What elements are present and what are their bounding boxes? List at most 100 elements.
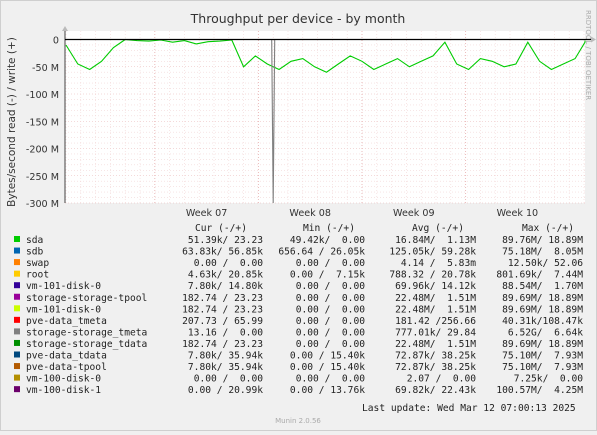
legend-avg: 72.87k/ 38.25k [395,362,476,373]
legend-cur: 182.74 / 23.23 [182,339,263,350]
y-tick-label: -50 M [32,63,59,74]
legend-min: 0.00 / 15.40k [290,351,365,362]
legend-swatch [14,270,20,277]
legend-name: swap [26,258,49,269]
legend-max: 89.76M/ 18.89M [502,235,583,246]
y-axis-label: Bytes/second read (-) / write (+) [6,37,18,207]
legend-swatch [14,328,20,335]
x-tick-label: Week 10 [497,208,539,219]
legend-max: 89.69M/ 18.89M [502,293,583,304]
legend-swatch [14,282,20,289]
legend-max: 75.18M/ 8.05M [502,247,583,258]
legend-min: 0.00 / 0.00 [296,258,366,269]
legend-swatch [14,351,20,358]
legend-cur: 0.00 / 0.00 [194,258,264,269]
legend-avg: 22.48M/ 1.51M [395,304,476,315]
legend-cur: 0.00 / 20.99k [188,385,263,396]
legend-cur: 7.80k/ 35.94k [188,362,263,373]
munin-graph: Throughput per device - by month Bytes/s… [0,0,597,431]
legend-name: vm-100-disk-0 [26,374,101,385]
legend-cur: 63.83k/ 56.85k [182,247,263,258]
legend-name: sdb [26,247,44,258]
legend-min: 0.00 / 0.00 [296,281,366,292]
chart-title: Throughput per device - by month [190,11,406,26]
legend-swatch [14,374,20,381]
legend-name: sda [26,235,43,246]
legend-min: 0.00 / 0.00 [296,304,366,315]
col-header-max: Max (-/+) [522,223,574,234]
legend-min: 49.42k/ 0.00 [290,235,365,246]
legend-cur: 51.39k/ 23.23 [188,235,263,246]
legend-cur: 182.74 / 23.23 [182,304,263,315]
legend-name: storage-storage_tdata [26,339,147,350]
legend-avg: 72.87k/ 38.25k [395,351,476,362]
legend-cur: 4.63k/ 20.85k [188,270,263,281]
legend-name: vm-100-disk-1 [26,385,101,396]
x-tick-label: Week 08 [289,208,331,219]
col-header-min: Min (-/+) [303,223,355,234]
legend-cur: 207.73 / 65.99 [182,316,263,327]
legend-max: 801.69k/ 7.44M [496,270,583,281]
col-header-cur: Cur (-/+) [195,223,247,234]
legend-swatch [14,316,20,323]
legend-max: 88.54M/ 1.70M [502,281,583,292]
legend-max: 12.50k/ 52.06 [508,258,583,269]
legend-name: root [26,270,49,281]
legend-cur: 7.80k/ 35.94k [188,351,263,362]
legend-avg: 16.84M/ 1.13M [395,235,476,246]
legend-name: vm-101-disk-0 [26,304,101,315]
legend-swatch [14,339,20,346]
y-tick-label: 0 [53,36,59,47]
legend-max: 100.57M/ 4.25M [496,385,583,396]
y-tick-label: -150 M [26,117,59,128]
legend-swatch [14,259,20,266]
legend-avg: 22.48M/ 1.51M [395,339,476,350]
legend-max: 7.25k/ 0.00 [514,374,584,385]
plot-area [65,31,585,203]
legend-max: 89.69M/ 18.89M [502,339,583,350]
legend-cur: 182.74 / 23.23 [182,293,263,304]
legend-name: pve-data-tpool [26,362,107,373]
legend-swatch [14,236,20,242]
throughput-chart: Throughput per device - by month Bytes/s… [0,0,597,431]
legend-min: 0.00 / 13.76k [290,385,365,396]
col-header-avg: Avg (-/+) [412,223,464,234]
legend-min: 0.00 / 0.00 [296,339,366,350]
legend-name: storage-storage_tmeta [26,327,147,338]
legend-max: 6.52G/ 6.64k [508,327,583,338]
legend-min: 0.00 / 15.40k [290,362,365,373]
legend-avg: 788.32 / 20.78k [389,270,476,281]
legend-max: 75.10M/ 7.93M [502,362,583,373]
legend-avg: 2.07 / 0.00 [407,374,477,385]
last-update: Last update: Wed Mar 12 07:00:13 2025 [362,403,576,414]
y-tick-label: -250 M [26,172,59,183]
legend-max: 89.69M/ 18.89M [502,304,583,315]
legend-avg: 125.05k/ 59.28k [389,247,476,258]
legend-avg: 69.82k/ 22.43k [395,385,476,396]
legend-name: vm-101-disk-0 [26,281,101,292]
legend-min: 0.00 / 0.00 [296,293,366,304]
rrdtool-credit: RRDTOOL / TOBI OETIKER [584,10,592,100]
legend-swatch [14,293,20,300]
legend-min: 0.00 / 0.00 [296,374,366,385]
legend-swatch [14,247,20,254]
legend-cur: 0.00 / 0.00 [194,374,264,385]
legend-name: pve-data_tdata [26,351,107,362]
legend-avg: 181.42 /256.66 [395,316,476,327]
legend-swatch [14,386,20,393]
legend-avg: 22.48M/ 1.51M [395,293,476,304]
legend-name: storage-storage-tpool [26,293,147,304]
legend-swatch [14,363,20,370]
legend-avg: 4.14 / 5.83m [401,258,476,269]
y-tick-label: -100 M [26,90,59,101]
legend-min: 656.64 / 26.05k [278,247,365,258]
x-tick-label: Week 07 [186,208,228,219]
legend-name: pve-data_tmeta [26,316,107,327]
legend-min: 0.00 / 7.15k [290,270,365,281]
legend-swatch [14,305,20,312]
munin-version: Munin 2.0.56 [275,417,321,425]
legend-max: 40.31k/108.47k [502,316,583,327]
legend-cur: 7.80k/ 14.80k [188,281,263,292]
legend-min: 0.00 / 0.00 [296,316,366,327]
legend-min: 0.00 / 0.00 [296,327,366,338]
